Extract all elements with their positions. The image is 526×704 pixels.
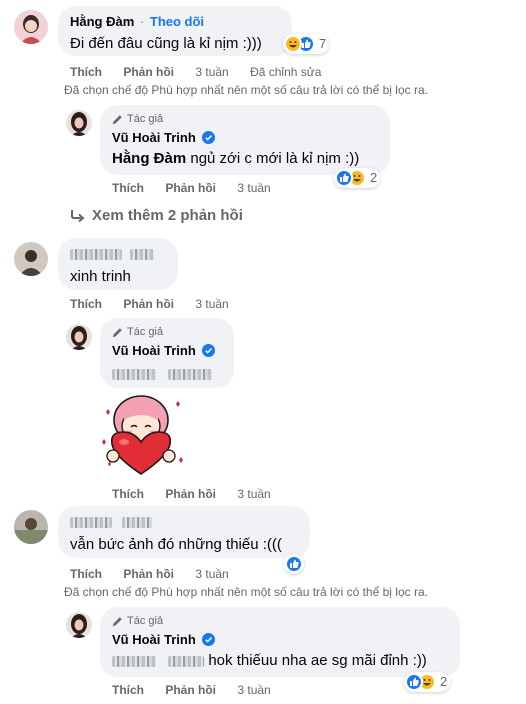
- reply-button[interactable]: Phản hồi: [165, 683, 216, 697]
- author-badge: Tác giả: [112, 112, 378, 126]
- author-badge-label: Tác giả: [127, 326, 164, 338]
- author-badge-label: Tác giả: [127, 113, 164, 125]
- follow-link[interactable]: Theo dõi: [150, 14, 204, 29]
- reply-author-line: Vũ Hoài Trinh: [112, 129, 378, 146]
- reply-button[interactable]: Phản hồi: [123, 567, 174, 581]
- like-button[interactable]: Thích: [70, 65, 102, 79]
- reply-author-line: Vũ Hoài Trinh: [112, 342, 222, 359]
- reply-actions: Thích Phản hồi 3 tuần: [112, 180, 289, 196]
- mention-tag[interactable]: Hằng Đàm: [112, 150, 186, 167]
- pencil-icon: [112, 327, 122, 337]
- reply-text: ngủ zới c mới là kỉ nịm :)): [186, 150, 360, 167]
- verified-badge-icon: [202, 344, 216, 357]
- reply-author-name[interactable]: Vũ Hoài Trinh: [112, 343, 196, 358]
- avatar-commenter-3[interactable]: [14, 510, 48, 544]
- reply-text-line: hok thiếuu nha ae sg mãi đỉnh :)): [112, 651, 448, 671]
- like-reaction-icon: [405, 673, 423, 691]
- like-button[interactable]: Thích: [70, 297, 102, 311]
- reply-text: hok thiếuu nha ae sg mãi đỉnh :)): [204, 652, 427, 669]
- redacted-mention-blur: [168, 368, 213, 380]
- comment-author-name[interactable]: Hằng Đàm: [70, 14, 134, 29]
- timestamp[interactable]: 3 tuần: [195, 567, 228, 581]
- filter-note: Đã chọn chế độ Phù hợp nhất nên một số c…: [64, 585, 428, 599]
- see-more-replies[interactable]: Xem thêm 2 phản hồi: [70, 206, 243, 226]
- redacted-author-name[interactable]: [70, 513, 298, 530]
- comment-text: vẫn bức ảnh đó những thiếu :(((: [70, 536, 282, 553]
- timestamp[interactable]: 3 tuần: [195, 297, 228, 311]
- see-more-label: Xem thêm 2 phản hồi: [92, 207, 243, 224]
- reply-author-name[interactable]: Vũ Hoài Trinh: [112, 632, 196, 647]
- reply-button[interactable]: Phản hồi: [123, 65, 174, 79]
- edited-label: Đã chỉnh sửa: [250, 65, 322, 79]
- reply-button[interactable]: Phản hồi: [123, 297, 174, 311]
- avatar-vu-hoai-trinh[interactable]: [66, 324, 92, 350]
- comment-text: Đi đến đâu cũng là kỉ nịm :))): [70, 35, 262, 52]
- reaction-count: 2: [370, 170, 378, 185]
- reply-author-name[interactable]: Vũ Hoài Trinh: [112, 130, 196, 145]
- timestamp[interactable]: 3 tuần: [237, 487, 270, 501]
- avatar-vu-hoai-trinh[interactable]: [66, 110, 92, 136]
- reply-arrow-icon: [71, 210, 85, 223]
- pencil-icon: [112, 616, 122, 626]
- verified-badge-icon: [202, 131, 216, 144]
- reply-bubble: Tác giả Vũ Hoài Trinh: [100, 318, 234, 388]
- comment-bubble: xinh trinh: [58, 238, 178, 290]
- timestamp[interactable]: 3 tuần: [237, 181, 270, 195]
- timestamp[interactable]: 3 tuần: [237, 683, 270, 697]
- reply-button[interactable]: Phản hồi: [165, 487, 216, 501]
- redacted-mention-blur: [112, 655, 156, 667]
- pencil-icon: [112, 114, 122, 124]
- like-reaction-icon: [285, 555, 303, 573]
- comment-actions: Thích Phản hồi 3 tuần: [70, 566, 247, 582]
- like-button[interactable]: Thích: [112, 181, 144, 195]
- redacted-mention-blur: [112, 368, 156, 380]
- avatar-vu-hoai-trinh[interactable]: [66, 612, 92, 638]
- reply-button[interactable]: Phản hồi: [165, 181, 216, 195]
- comment-text: xinh trinh: [70, 268, 131, 285]
- like-reaction-icon: [335, 169, 353, 187]
- comment-actions: Thích Phản hồi 3 tuần Đã chỉnh sửa: [70, 64, 339, 80]
- reaction-summary[interactable]: 7: [283, 34, 330, 54]
- like-button[interactable]: Thích: [70, 567, 102, 581]
- comment-bubble: Hằng Đàm · Theo dõi Đi đến đâu cũng là k…: [58, 6, 292, 56]
- redacted-author-name[interactable]: [70, 245, 166, 262]
- separator-dot: ·: [139, 14, 145, 29]
- verified-badge-icon: [202, 633, 216, 646]
- author-badge-label: Tác giả: [127, 615, 164, 627]
- author-badge: Tác giả: [112, 614, 448, 628]
- avatar-hang-dam[interactable]: [14, 10, 48, 44]
- comment-actions: Thích Phản hồi 3 tuần: [70, 296, 247, 312]
- reaction-summary[interactable]: 2: [334, 168, 381, 188]
- reply-text-line: Hằng Đàm ngủ zới c mới là kỉ nịm :)): [112, 149, 378, 169]
- avatar-commenter-2[interactable]: [14, 242, 48, 276]
- haha-reaction-icon: [284, 35, 302, 53]
- like-button[interactable]: Thích: [112, 683, 144, 697]
- redacted-name-blur: [121, 517, 152, 529]
- reply-actions: Thích Phản hồi 3 tuần: [112, 682, 289, 698]
- redacted-name-blur: [129, 249, 154, 261]
- reaction-count: 2: [440, 674, 448, 689]
- comment-bubble: vẫn bức ảnh đó những thiếu :(((: [58, 506, 310, 558]
- reaction-summary[interactable]: 2: [404, 672, 451, 692]
- redacted-mention-blur: [168, 655, 205, 667]
- author-badge: Tác giả: [112, 325, 222, 339]
- reaction-summary[interactable]: [284, 554, 304, 574]
- reply-bubble: Tác giả Vũ Hoài Trinh Hằng Đàm ngủ zới c…: [100, 105, 390, 175]
- reply-bubble: Tác giả Vũ Hoài Trinh hok thiếuu nha ae …: [100, 607, 460, 677]
- comment-author-line: Hằng Đàm · Theo dõi: [70, 13, 280, 30]
- timestamp[interactable]: 3 tuần: [195, 65, 228, 79]
- like-button[interactable]: Thích: [112, 487, 144, 501]
- heart-sticker[interactable]: [96, 390, 186, 478]
- redacted-name-blur: [70, 249, 122, 261]
- reaction-count: 7: [319, 36, 327, 51]
- filter-note: Đã chọn chế độ Phù hợp nhất nên một số c…: [64, 83, 428, 97]
- reply-actions: Thích Phản hồi 3 tuần: [112, 486, 289, 502]
- redacted-mention: [112, 364, 222, 382]
- reply-author-line: Vũ Hoài Trinh: [112, 631, 448, 648]
- redacted-name-blur: [70, 517, 112, 529]
